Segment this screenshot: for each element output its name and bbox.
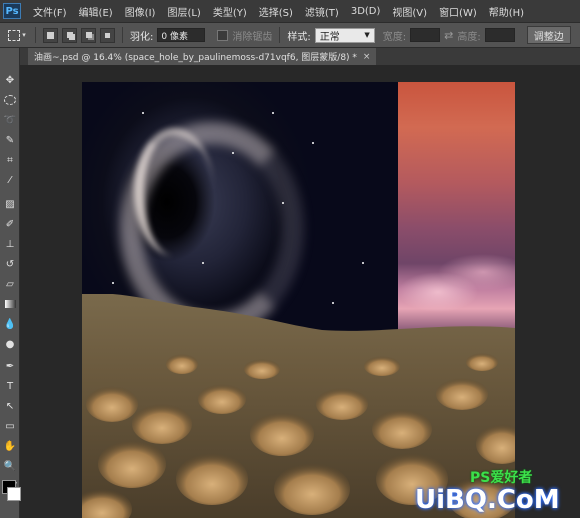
- dodge-icon[interactable]: ●: [2, 336, 18, 352]
- add-selection-button[interactable]: [62, 27, 77, 43]
- tool-preset-picker[interactable]: ▾: [6, 27, 28, 43]
- hand-icon[interactable]: ✋: [2, 438, 18, 454]
- menu-3d[interactable]: 3D(D): [345, 6, 387, 17]
- feather-input[interactable]: 0 像素: [157, 28, 206, 42]
- menu-help[interactable]: 帮助(H): [483, 4, 530, 19]
- star: [272, 112, 274, 114]
- menu-filter[interactable]: 滤镜(T): [299, 4, 345, 19]
- eraser-icon[interactable]: ▱: [2, 276, 18, 292]
- tools-panel: ✥ ➰ ✎ ⌗ ⁄ ▨ ✐ ⊥ ↺ ▱ 💧 ● ✒ T ↖ ▭ ✋ 🔍 ↰ ↱: [0, 48, 20, 518]
- menu-select[interactable]: 选择(S): [253, 4, 299, 19]
- menu-file[interactable]: 文件(F): [27, 4, 73, 19]
- star: [312, 142, 314, 144]
- path-select-icon[interactable]: ↖: [2, 398, 18, 414]
- photoshop-logo: Ps: [3, 3, 21, 19]
- pen-icon[interactable]: ✒: [2, 358, 18, 374]
- brush-icon[interactable]: ✐: [2, 216, 18, 232]
- separator: [279, 27, 281, 43]
- width-label: 宽度:: [382, 31, 407, 43]
- menu-layer[interactable]: 图层(L): [161, 4, 206, 19]
- stamp-icon[interactable]: ⊥: [2, 236, 18, 252]
- blur-icon[interactable]: 💧: [2, 316, 18, 332]
- lasso-icon[interactable]: ➰: [2, 112, 18, 128]
- new-selection-button[interactable]: [43, 27, 58, 43]
- intersect-selection-button[interactable]: [100, 27, 115, 43]
- separator: [35, 27, 36, 43]
- history-brush-icon[interactable]: ↺: [2, 256, 18, 272]
- watermark-site-text: UiBQ.CoM: [415, 485, 560, 515]
- star: [142, 112, 144, 114]
- document-tab-title: 油画~.psd @ 16.4% (space_hole_by_paulinemo…: [34, 53, 357, 63]
- star: [202, 262, 204, 264]
- move-icon[interactable]: ✥: [2, 72, 18, 88]
- options-bar: ▾ 羽化: 0 像素 消除锯齿 样式: 正常 ▼ 宽度: ⇄ 高度: 调整边: [0, 22, 580, 48]
- document-canvas[interactable]: [82, 82, 515, 518]
- type-icon[interactable]: T: [2, 378, 18, 394]
- star: [112, 282, 114, 284]
- menu-edit[interactable]: 编辑(E): [73, 4, 119, 19]
- swap-dimensions-icon[interactable]: ⇄: [444, 29, 453, 42]
- antialias-checkbox[interactable]: [217, 29, 229, 41]
- crop-icon[interactable]: ⌗: [2, 152, 18, 168]
- subtract-selection-button[interactable]: [81, 27, 96, 43]
- style-value: 正常: [319, 31, 340, 43]
- style-label: 样式:: [287, 31, 311, 43]
- shape-icon[interactable]: ▭: [2, 418, 18, 434]
- eyedropper-icon[interactable]: ⁄: [2, 172, 18, 188]
- width-input[interactable]: [410, 28, 441, 42]
- star: [282, 202, 284, 204]
- menu-bar: Ps 文件(F) 编辑(E) 图像(I) 图层(L) 类型(Y) 选择(S) 滤…: [0, 0, 580, 22]
- style-select[interactable]: 正常 ▼: [314, 27, 375, 43]
- watermark-ps-text: PS爱好者: [470, 470, 533, 486]
- marquee-icon[interactable]: [2, 92, 18, 108]
- star: [362, 262, 364, 264]
- separator: [122, 27, 123, 43]
- document-tab[interactable]: 油画~.psd @ 16.4% (space_hole_by_paulinemo…: [28, 48, 377, 65]
- nebula-highlight: [134, 128, 214, 256]
- close-icon[interactable]: ×: [363, 52, 371, 62]
- chevron-down-icon: ▾: [22, 31, 26, 39]
- height-label: 高度:: [457, 31, 481, 43]
- zoom-icon[interactable]: 🔍: [2, 458, 18, 474]
- menu-view[interactable]: 视图(V): [386, 4, 433, 19]
- menu-window[interactable]: 窗口(W): [433, 4, 483, 19]
- adjust-edge-button[interactable]: 调整边: [526, 26, 571, 44]
- quick-select-icon[interactable]: ✎: [2, 132, 18, 148]
- watermark-site: UiBQ.CoM: [415, 485, 560, 515]
- star: [232, 152, 234, 154]
- gradient-icon[interactable]: [2, 296, 18, 312]
- menu-image[interactable]: 图像(I): [119, 4, 162, 19]
- chevron-down-icon: ▼: [364, 31, 370, 39]
- healing-icon[interactable]: ▨: [2, 196, 18, 212]
- rect-marquee-icon: [8, 29, 21, 41]
- document-tab-bar: 油画~.psd @ 16.4% (space_hole_by_paulinemo…: [20, 48, 580, 65]
- feather-label: 羽化:: [130, 31, 154, 43]
- background-color-swatch[interactable]: [7, 487, 21, 501]
- antialias-label: 消除锯齿: [232, 31, 273, 43]
- height-input[interactable]: [484, 28, 515, 42]
- menu-type[interactable]: 类型(Y): [207, 4, 253, 19]
